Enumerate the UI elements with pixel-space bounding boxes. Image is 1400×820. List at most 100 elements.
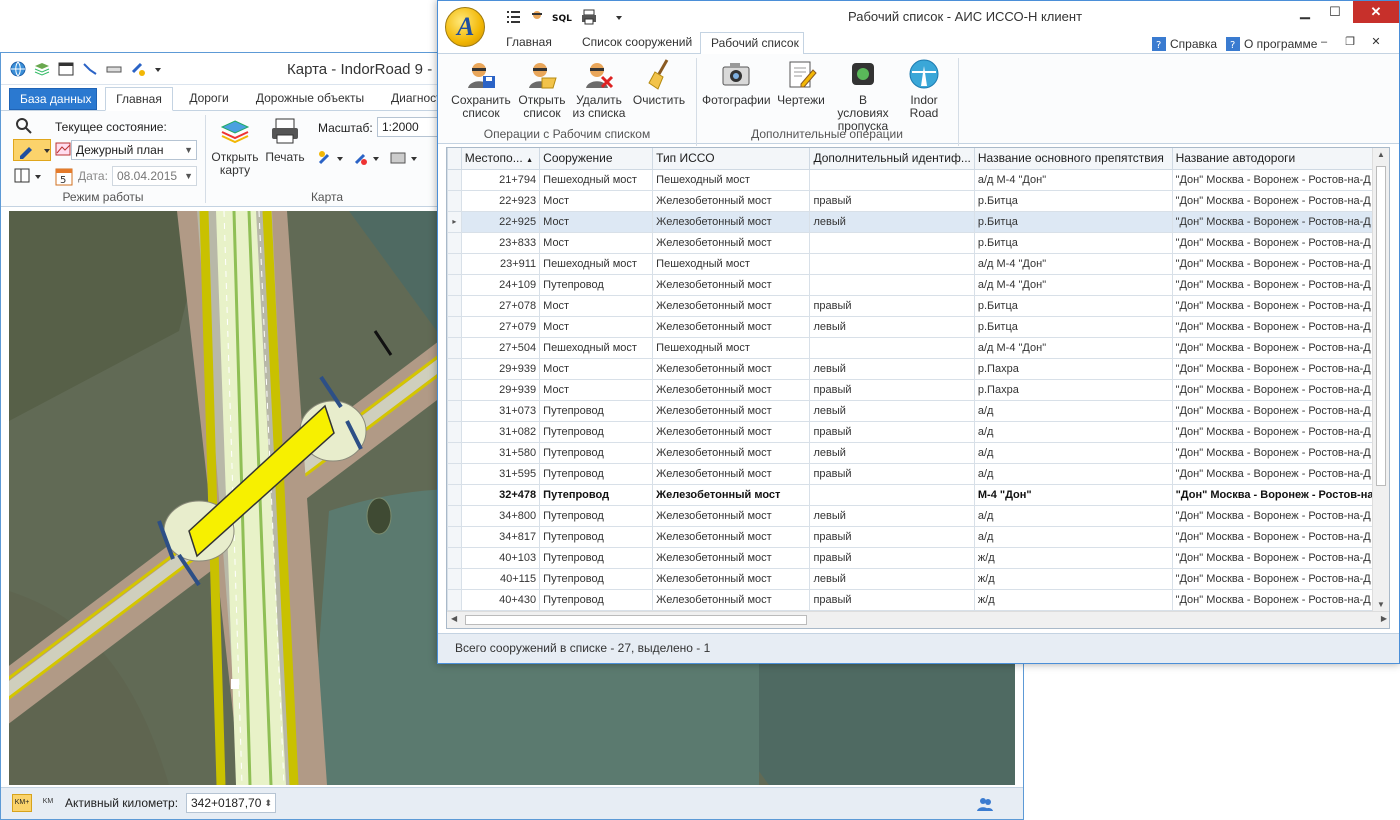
scroll-left-icon[interactable]: ◀ <box>451 614 457 623</box>
cell-structure[interactable]: Путепровод <box>539 399 654 422</box>
cell-location[interactable]: 40+103 <box>460 546 541 569</box>
cell-extra-id[interactable] <box>809 483 975 506</box>
cell-structure[interactable]: Путепровод <box>539 420 654 443</box>
print-icon[interactable] <box>580 8 598 26</box>
pass-conditions-button[interactable]: В условиях пропуска <box>834 58 892 133</box>
cell-type[interactable]: Пешеходный мост <box>652 252 811 275</box>
cell-road[interactable]: "Дон" Москва - Воронеж - Ростов-на-Д <box>1171 546 1389 569</box>
cell-obstacle[interactable]: а/д <box>973 420 1173 443</box>
indor-road-button[interactable]: Indor Road <box>898 58 950 120</box>
cell-structure[interactable]: Мост <box>539 210 654 233</box>
row-header[interactable] <box>447 462 462 485</box>
scroll-up-icon[interactable]: ▲ <box>1377 150 1385 159</box>
row-header[interactable] <box>447 441 462 464</box>
tab-structures-list[interactable]: Список сооружений <box>572 32 692 54</box>
row-header[interactable] <box>447 315 462 338</box>
window-icon[interactable] <box>57 60 75 78</box>
cell-type[interactable]: Железобетонный мост <box>652 525 811 548</box>
cell-extra-id[interactable]: правый <box>809 294 975 317</box>
cell-obstacle[interactable]: М-4 "Дон" <box>973 483 1173 506</box>
cell-structure[interactable]: Путепровод <box>539 588 654 611</box>
cell-extra-id[interactable]: левый <box>809 441 975 464</box>
cell-road[interactable]: "Дон" Москва - Воронеж - Ростов-на-Д <box>1171 420 1389 443</box>
cell-type[interactable]: Железобетонный мост <box>652 273 811 296</box>
help-link[interactable]: ? Справка <box>1152 36 1217 52</box>
cell-extra-id[interactable]: правый <box>809 546 975 569</box>
horizontal-scroll-thumb[interactable] <box>465 615 807 625</box>
worker-icon[interactable] <box>528 8 546 26</box>
cell-structure[interactable]: Путепровод <box>539 273 654 296</box>
table-row[interactable]: 22+923 Мост Железобетонный мост правый р.Бит… <box>447 189 1389 212</box>
row-header[interactable] <box>447 168 462 191</box>
cell-type[interactable]: Железобетонный мост <box>652 315 811 338</box>
cell-location[interactable]: 31+082 <box>460 420 541 443</box>
cell-extra-id[interactable] <box>809 336 975 359</box>
cell-location[interactable]: 40+115 <box>460 567 541 590</box>
qat-dropdown-icon[interactable] <box>614 8 632 26</box>
cell-type[interactable]: Железобетонный мост <box>652 294 811 317</box>
cell-type[interactable]: Пешеходный мост <box>652 168 811 191</box>
tab-main[interactable]: Главная <box>496 32 562 54</box>
remove-from-list-button[interactable]: Удалить из списка <box>572 58 626 120</box>
cell-structure[interactable]: Пешеходный мост <box>539 336 654 359</box>
save-list-button[interactable]: Сохранить список <box>450 58 512 120</box>
cell-structure[interactable]: Путепровод <box>539 546 654 569</box>
users-icon[interactable] <box>976 795 994 813</box>
cell-extra-id[interactable]: правый <box>809 462 975 485</box>
cell-road[interactable]: "Дон" Москва - Воронеж - Ростов-на-Д <box>1171 273 1389 296</box>
tab-roads[interactable]: Дороги <box>177 87 241 111</box>
tab-database[interactable]: База данных <box>9 88 97 110</box>
cell-structure[interactable]: Путепровод <box>539 504 654 527</box>
table-row[interactable]: 34+800 Путепровод Железобетонный мост левый… <box>447 504 1389 527</box>
cell-extra-id[interactable] <box>809 168 975 191</box>
cell-structure[interactable]: Мост <box>539 231 654 254</box>
maximize-button[interactable]: ☐ <box>1320 1 1350 23</box>
cell-type[interactable]: Железобетонный мост <box>652 210 811 233</box>
cell-location[interactable]: 31+595 <box>460 462 541 485</box>
cell-extra-id[interactable]: правый <box>809 525 975 548</box>
cell-obstacle[interactable]: р.Битца <box>973 210 1173 233</box>
globe-icon[interactable] <box>9 60 27 78</box>
cell-road[interactable]: "Дон" Москва - Воронеж - Ростов-на-Д <box>1171 189 1389 212</box>
cell-extra-id[interactable]: левый <box>809 567 975 590</box>
cell-obstacle[interactable]: р.Пахра <box>973 357 1173 380</box>
minimize-button[interactable]: ▁ <box>1290 1 1320 23</box>
cell-location[interactable]: 32+478 <box>460 483 541 506</box>
row-header[interactable] <box>447 357 462 380</box>
structures-grid[interactable]: Местопо... ▲ Сооружение Тип ИССО Дополни… <box>446 147 1390 629</box>
cell-obstacle[interactable]: а/д М-4 "Дон" <box>973 252 1173 275</box>
scroll-right-icon[interactable]: ▶ <box>1381 614 1387 623</box>
row-header[interactable] <box>447 546 462 569</box>
scroll-down-icon[interactable]: ▼ <box>1377 600 1385 609</box>
col-extra-id[interactable]: Дополнительный идентиф... <box>809 148 975 170</box>
sql-icon[interactable]: SQL <box>552 8 574 26</box>
table-row[interactable]: 31+073 Путепровод Железобетонный мост левый… <box>447 399 1389 422</box>
cell-location[interactable]: 27+504 <box>460 336 541 359</box>
cell-road[interactable]: "Дон" Москва - Воронеж - Ростов-на-Д <box>1171 588 1389 611</box>
cell-location[interactable]: 27+078 <box>460 294 541 317</box>
ribbon-restore-button[interactable]: ❐ <box>1338 32 1362 52</box>
cell-obstacle[interactable]: а/д М-4 "Дон" <box>973 273 1173 296</box>
cell-location[interactable]: 23+833 <box>460 231 541 254</box>
table-row[interactable]: 40+103 Путепровод Железобетонный мост правы… <box>447 546 1389 569</box>
table-row[interactable]: 29+939 Мост Железобетонный мост правый р.Пах… <box>447 378 1389 401</box>
row-header[interactable] <box>447 273 462 296</box>
cell-road[interactable]: "Дон" Москва - Воронеж - Ростов-на-Д <box>1171 315 1389 338</box>
cell-road[interactable]: "Дон" Москва - Воронеж - Ростов-на-Д <box>1171 231 1389 254</box>
cell-road[interactable]: "Дон" Москва - Воронеж - Ростов-на-Д <box>1171 357 1389 380</box>
cell-obstacle[interactable]: р.Битца <box>973 231 1173 254</box>
cell-road[interactable]: "Дон" Москва - Воронеж - Ростов-на-Д <box>1171 168 1389 191</box>
satellite-icon[interactable] <box>129 60 147 78</box>
cell-obstacle[interactable]: а/д М-4 "Дон" <box>973 168 1173 191</box>
table-row[interactable]: 24+109 Путепровод Железобетонный мост а/д М… <box>447 273 1389 296</box>
cell-extra-id[interactable]: левый <box>809 210 975 233</box>
col-obstacle[interactable]: Название основного препятствия <box>973 148 1173 170</box>
cell-location[interactable]: 34+817 <box>460 525 541 548</box>
cell-extra-id[interactable] <box>809 252 975 275</box>
cell-type[interactable]: Пешеходный мост <box>652 336 811 359</box>
print-button[interactable]: Печать <box>263 115 307 164</box>
cell-extra-id[interactable]: правый <box>809 588 975 611</box>
row-header[interactable] <box>447 420 462 443</box>
row-header[interactable] <box>447 231 462 254</box>
magnifier-icon[interactable] <box>15 117 33 135</box>
